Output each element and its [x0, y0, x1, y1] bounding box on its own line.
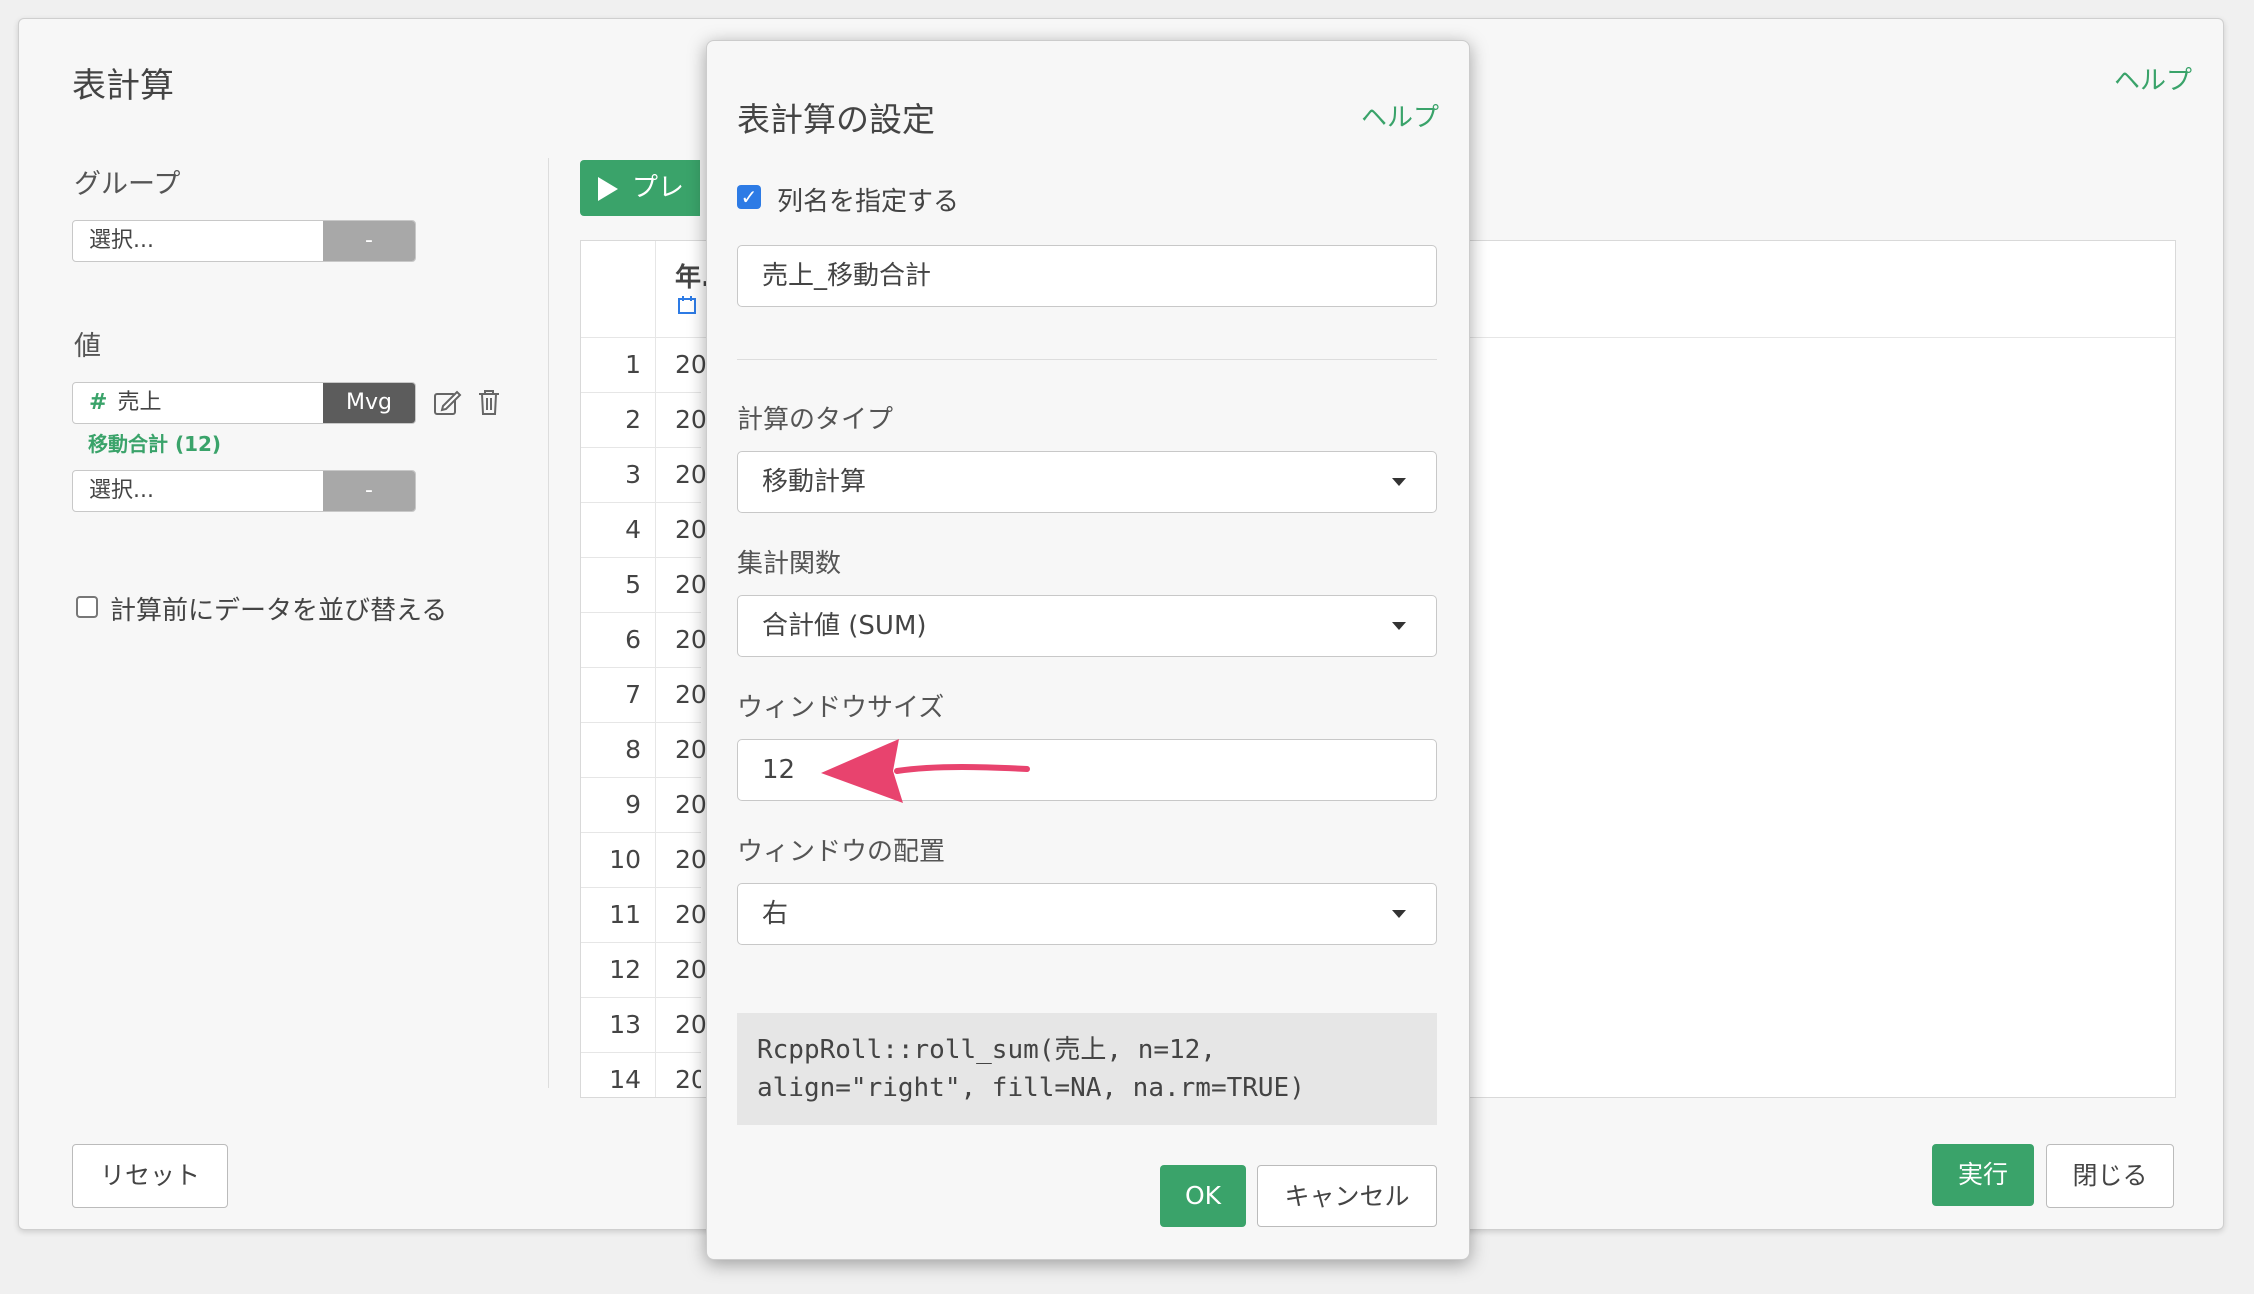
cell-value: 20	[675, 735, 707, 764]
window-align-label: ウィンドウの配置	[737, 837, 946, 867]
row-number: 6	[625, 625, 641, 654]
row-number: 14	[609, 1065, 641, 1094]
value-item-field: # 売上	[73, 383, 323, 423]
row-number: 11	[609, 900, 641, 929]
window-size-label: ウィンドウサイズ	[737, 693, 945, 723]
row-number: 1	[625, 350, 641, 379]
cell-value: 20	[675, 405, 707, 434]
table-row: 2 20	[581, 392, 707, 448]
group-select-placeholder: 選択...	[89, 228, 154, 253]
calc-type-label: 計算のタイプ	[737, 405, 894, 435]
row-number: 13	[609, 1010, 641, 1039]
cell-value: 20	[675, 1010, 707, 1039]
value-item-sublabel: 移動合計 (12)	[88, 432, 222, 456]
row-number: 7	[625, 680, 641, 709]
table-row: 7 20	[581, 667, 707, 723]
table-row: 5 20	[581, 557, 707, 613]
settings-dialog: 表計算の設定 ヘルプ ✓ 列名を指定する 売上_移動合計 計算のタイプ 移動計算…	[706, 40, 1470, 1260]
value-label: 値	[74, 331, 101, 362]
cell-value: 20	[675, 1065, 701, 1094]
cancel-button[interactable]: キャンセル	[1257, 1165, 1437, 1227]
window-align-value: 右	[762, 899, 789, 929]
code-preview: RcppRoll::roll_sum(売上, n=12, align="righ…	[737, 1013, 1437, 1125]
cell-value: 20	[675, 460, 707, 489]
value-item-name: 売上	[117, 390, 162, 415]
table-row: 12 20	[581, 942, 707, 998]
agg-label: 集計関数	[737, 549, 842, 579]
group-select[interactable]: 選択... -	[72, 220, 416, 262]
cell-value: 20	[675, 900, 707, 929]
divider	[548, 158, 549, 1088]
value-remove-button[interactable]: -	[323, 471, 415, 511]
calc-type-select[interactable]: 移動計算	[737, 451, 1437, 513]
cell-value: 20	[675, 790, 707, 819]
table-row: 11 20	[581, 887, 707, 943]
aggregation-button[interactable]: Mvg	[323, 383, 415, 423]
preview-button-label: プレ	[632, 173, 685, 203]
row-number: 8	[625, 735, 641, 764]
agg-value: 合計値 (SUM)	[762, 611, 927, 641]
specify-name-label: 列名を指定する	[777, 187, 960, 217]
calc-type-value: 移動計算	[762, 467, 867, 497]
value-item[interactable]: # 売上 Mvg	[72, 382, 416, 424]
annotation-arrow-icon	[821, 739, 1030, 803]
table-row: 1 20	[581, 337, 707, 393]
row-number: 10	[609, 845, 641, 874]
table-row: 6 20	[581, 612, 707, 668]
cell-value: 20	[675, 625, 707, 654]
cell-value: 20	[675, 955, 707, 984]
trash-icon[interactable]	[476, 388, 502, 418]
cell-value: 20	[675, 845, 707, 874]
edit-icon[interactable]	[432, 388, 462, 418]
play-icon	[598, 176, 618, 201]
chevron-down-icon	[1392, 910, 1406, 918]
code-line: RcppRoll::roll_sum(売上, n=12,	[757, 1035, 1216, 1065]
value-select[interactable]: 選択... -	[72, 470, 416, 512]
page-title: 表計算	[72, 66, 174, 106]
cell-value: 20	[675, 680, 707, 709]
run-button[interactable]: 実行	[1932, 1144, 2034, 1206]
window-align-select[interactable]: 右	[737, 883, 1437, 945]
table-row: 9 20	[581, 777, 707, 833]
table-row: 8 20	[581, 722, 707, 778]
calendar-icon	[678, 296, 696, 314]
cell-value: 20	[675, 570, 707, 599]
row-number: 9	[625, 790, 641, 819]
close-button[interactable]: 閉じる	[2046, 1144, 2174, 1208]
row-number: 5	[625, 570, 641, 599]
dialog-help-link[interactable]: ヘルプ	[1361, 97, 1439, 134]
row-number: 4	[625, 515, 641, 544]
agg-select[interactable]: 合計値 (SUM)	[737, 595, 1437, 657]
table-row: 13 20	[581, 997, 707, 1053]
ok-button[interactable]: OK	[1160, 1165, 1246, 1227]
sort-checkbox-label: 計算前にデータを並び替える	[110, 596, 448, 626]
row-number: 12	[609, 955, 641, 984]
table-row: 10 20	[581, 832, 707, 888]
code-line: align="right", fill=NA, na.rm=TRUE)	[757, 1073, 1305, 1103]
row-number: 3	[625, 460, 641, 489]
chevron-down-icon	[1392, 622, 1406, 630]
sort-checkbox[interactable]	[76, 596, 98, 618]
chevron-down-icon	[1392, 478, 1406, 486]
reset-button[interactable]: リセット	[72, 1144, 228, 1208]
specify-name-checkbox[interactable]: ✓	[737, 185, 761, 209]
cell-value: 20	[675, 515, 707, 544]
number-type-icon: #	[89, 390, 108, 415]
table-row: 4 20	[581, 502, 707, 558]
preview-button[interactable]: プレ	[580, 160, 700, 216]
value-select-placeholder: 選択...	[89, 478, 154, 503]
table-row: 3 20	[581, 447, 707, 503]
dialog-divider	[737, 359, 1437, 360]
column-name-input[interactable]: 売上_移動合計	[737, 245, 1437, 307]
dialog-title: 表計算の設定	[737, 100, 935, 139]
cell-value: 20	[675, 350, 707, 379]
help-link[interactable]: ヘルプ	[2114, 60, 2192, 97]
row-header-corner	[581, 241, 656, 338]
row-number: 2	[625, 405, 641, 434]
table-row: 14 20	[581, 1052, 701, 1096]
group-label: グループ	[74, 169, 181, 200]
group-remove-button[interactable]: -	[323, 221, 415, 261]
